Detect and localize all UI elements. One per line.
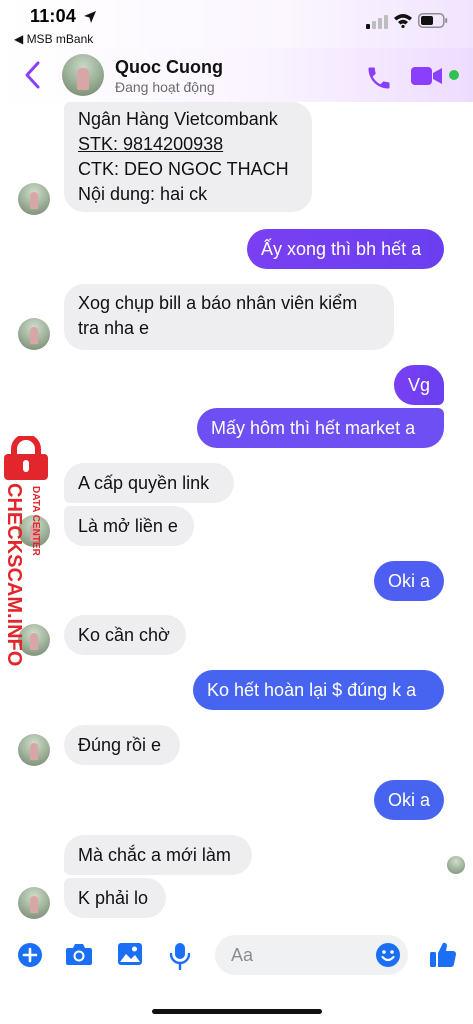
seen-receipt-avatar xyxy=(447,856,465,874)
phone-call-icon[interactable] xyxy=(365,64,393,92)
message-bubble-incoming[interactable]: Đúng rồi e xyxy=(64,725,180,765)
message-composer xyxy=(0,928,473,984)
message-line: Ko hết hoàn lại $ đúng k a xyxy=(207,680,417,700)
battery-icon xyxy=(418,13,448,28)
contact-avatar[interactable] xyxy=(62,54,104,96)
message-bubble-outgoing[interactable]: Oki a xyxy=(374,780,444,820)
watermark-text: CHECKSCAM.INFO DATA CENTER xyxy=(3,483,41,666)
message-input[interactable] xyxy=(231,935,371,975)
message-line: Oki a xyxy=(388,571,431,591)
watermark-brand-text: CHECKSCAM.INFO xyxy=(3,483,25,666)
sender-avatar[interactable] xyxy=(18,734,50,766)
message-input-pill[interactable] xyxy=(215,935,408,975)
checkscam-watermark: CHECKSCAM.INFO DATA CENTER xyxy=(0,436,60,666)
message-line: Nội dung: hai ck xyxy=(78,184,208,204)
back-chevron-icon[interactable] xyxy=(22,60,44,90)
message-bubble-outgoing[interactable]: Ko hết hoàn lại $ đúng k a xyxy=(193,670,444,710)
sender-avatar[interactable] xyxy=(18,318,50,350)
message-line: Xog chụp bill a báo nhân viên kiểm xyxy=(78,293,358,313)
sender-avatar[interactable] xyxy=(18,183,50,215)
message-line: Mấy hôm thì hết market a xyxy=(211,418,416,438)
message-bubble-incoming[interactable]: A cấp quyền link xyxy=(64,463,234,503)
message-bubble-outgoing[interactable]: Ấy xong thì bh hết a xyxy=(247,229,444,269)
contact-name[interactable]: Quoc Cuong xyxy=(115,57,223,78)
message-line: CTK: DEO NGOC THACH xyxy=(78,159,289,179)
message-bubble-incoming[interactable]: Mà chắc a mới làm xyxy=(64,835,252,875)
message-bubble-incoming[interactable]: K phải lo xyxy=(64,878,166,918)
thumbs-up-icon[interactable] xyxy=(429,940,457,968)
plus-icon[interactable] xyxy=(17,942,43,968)
message-bubble-incoming[interactable]: Là mở liền e xyxy=(64,506,194,546)
emoji-icon[interactable] xyxy=(375,942,401,968)
message-bubble-incoming[interactable]: Ngân Hàng Vietcombank STK: 9814200938 CT… xyxy=(64,102,312,212)
wifi-icon xyxy=(394,14,412,28)
message-line: A cấp quyền link xyxy=(78,473,210,493)
status-bar: 11:04 ◀ MSB mBank xyxy=(0,0,473,48)
account-number-link[interactable]: STK: 9814200938 xyxy=(78,132,298,157)
cellular-signal-icon xyxy=(366,15,388,29)
watermark-sub-text: DATA CENTER xyxy=(30,486,41,557)
online-status-dot xyxy=(449,70,459,80)
message-line: Đúng rồi e xyxy=(78,735,162,755)
message-bubble-outgoing[interactable]: Vg xyxy=(394,365,444,405)
message-line: Ngân Hàng Vietcombank xyxy=(78,109,278,129)
status-time: 11:04 xyxy=(30,6,77,26)
message-line: Là mở liền e xyxy=(78,516,178,536)
message-bubble-incoming[interactable]: Ko cần chờ xyxy=(64,615,186,655)
padlock-icon xyxy=(4,436,48,480)
contact-status: Đang hoạt động xyxy=(115,79,215,95)
message-line: Ấy xong thì bh hết a xyxy=(261,239,422,259)
message-line: Ko cần chờ xyxy=(78,625,170,645)
message-line: Mà chắc a mới làm xyxy=(78,845,231,865)
gallery-icon[interactable] xyxy=(117,942,143,966)
message-bubble-outgoing[interactable]: Oki a xyxy=(374,561,444,601)
message-line: K phải lo xyxy=(78,888,149,908)
microphone-icon[interactable] xyxy=(169,942,191,970)
back-to-app-link[interactable]: ◀ MSB mBank xyxy=(14,32,93,46)
message-line: Vg xyxy=(408,375,431,395)
video-call-icon[interactable] xyxy=(411,66,443,86)
sender-avatar[interactable] xyxy=(18,887,50,919)
message-line: tra nha e xyxy=(78,318,150,338)
location-arrow-icon xyxy=(84,11,96,23)
home-indicator xyxy=(152,1009,322,1014)
message-bubble-incoming[interactable]: Xog chụp bill a báo nhân viên kiểm tra n… xyxy=(64,284,394,350)
message-bubble-outgoing[interactable]: Mấy hôm thì hết market a xyxy=(197,408,444,448)
message-line: Oki a xyxy=(388,790,431,810)
chat-header: Quoc Cuong Đang hoạt động xyxy=(0,48,473,102)
camera-icon[interactable] xyxy=(65,942,93,966)
